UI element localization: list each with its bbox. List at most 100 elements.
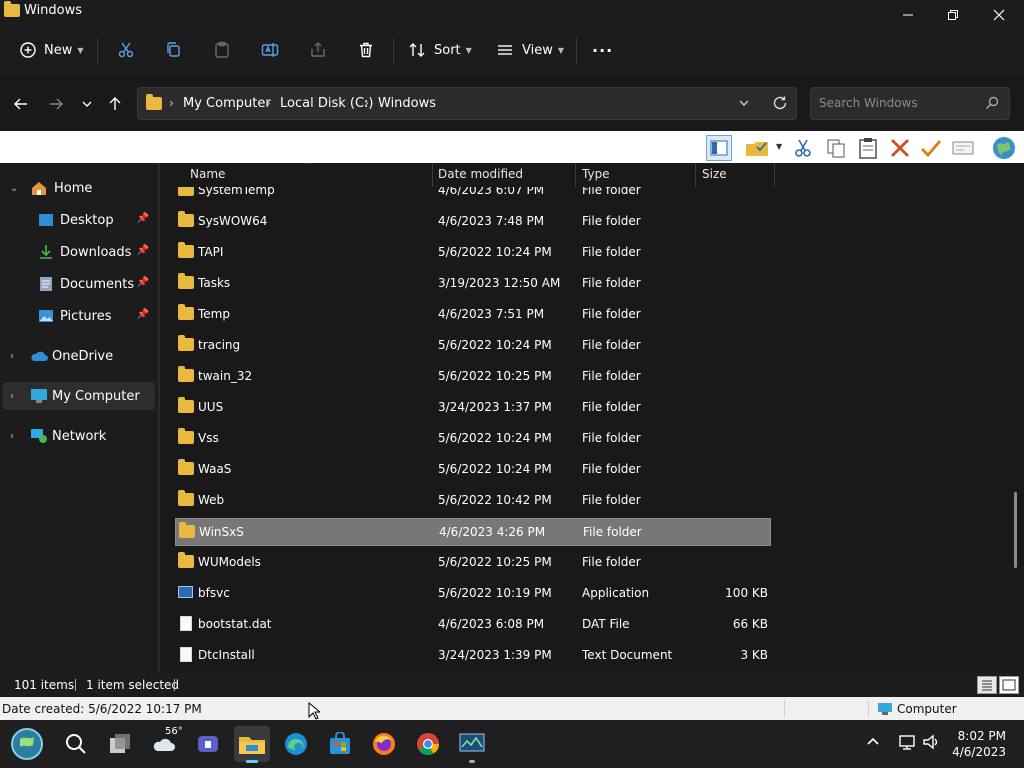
- forward-button[interactable]: [44, 92, 68, 116]
- column-divider[interactable]: [432, 163, 433, 187]
- pin-icon[interactable]: 📌: [137, 277, 149, 288]
- share-button[interactable]: [309, 30, 327, 70]
- sidebar-item-pictures[interactable]: Pictures 📌: [0, 302, 159, 330]
- vertical-scrollbar-thumb[interactable]: [1014, 492, 1017, 568]
- table-row[interactable]: UUS 3/24/2023 1:37 PM File folder: [175, 394, 771, 422]
- more-options-button[interactable]: ...: [592, 26, 613, 66]
- globe-button[interactable]: [990, 135, 1018, 161]
- weather-temperature: 56°: [165, 726, 183, 737]
- breadcrumb-my-computer[interactable]: My Computer: [183, 96, 271, 111]
- breadcrumb-windows[interactable]: Windows: [378, 96, 436, 111]
- column-divider[interactable]: [774, 163, 775, 187]
- copy-button-legacy[interactable]: [823, 135, 849, 161]
- large-icons-view-button[interactable]: [999, 676, 1019, 694]
- column-divider[interactable]: [575, 163, 576, 187]
- firefox-button[interactable]: [366, 726, 402, 762]
- cut-button-legacy[interactable]: [790, 135, 816, 161]
- table-row[interactable]: tracing 5/6/2022 10:24 PM File folder: [175, 332, 771, 360]
- table-row[interactable]: bootstat.dat 4/6/2023 6:08 PM DAT File 66 K…: [175, 611, 771, 639]
- back-button[interactable]: [9, 92, 33, 116]
- refresh-icon: [773, 96, 787, 110]
- file-explorer-taskbar-button[interactable]: [234, 726, 270, 763]
- file-date-modified: 5/6/2022 10:25 PM: [438, 555, 552, 569]
- table-row[interactable]: WUModels 5/6/2022 10:25 PM File folder: [175, 549, 771, 577]
- table-row[interactable]: Temp 4/6/2023 7:51 PM File folder: [175, 301, 771, 329]
- properties-button-legacy[interactable]: [950, 135, 976, 161]
- new-folder-button[interactable]: [742, 135, 772, 161]
- minimize-button[interactable]: [885, 0, 931, 30]
- view-button[interactable]: View ▼: [496, 30, 564, 70]
- table-row[interactable]: Tasks 3/19/2023 12:50 AM File folder: [175, 270, 771, 298]
- clock[interactable]: 8:02 PM 4/6/2023: [952, 728, 1006, 760]
- teams-button[interactable]: [190, 726, 226, 762]
- table-row[interactable]: TAPI 5/6/2022 10:24 PM File folder: [175, 239, 771, 267]
- search-input[interactable]: Search Windows: [810, 87, 1010, 120]
- accept-button-legacy[interactable]: [918, 135, 944, 161]
- table-row[interactable]: WaaS 5/6/2022 10:24 PM File folder: [175, 456, 771, 484]
- pin-icon[interactable]: 📌: [137, 309, 149, 320]
- file-type: File folder: [582, 400, 641, 414]
- sidebar-item-documents[interactable]: Documents 📌: [0, 270, 159, 298]
- delete-button[interactable]: [357, 30, 375, 70]
- column-divider[interactable]: [695, 163, 696, 187]
- chrome-button[interactable]: [410, 726, 446, 762]
- column-header-name[interactable]: Name: [190, 167, 225, 181]
- up-button[interactable]: [103, 92, 127, 116]
- table-row[interactable]: SysWOW64 4/6/2023 7:48 PM File folder: [175, 208, 771, 236]
- table-row[interactable]: twain_32 5/6/2022 10:25 PM File folder: [175, 363, 771, 391]
- table-row[interactable]: DtcInstall 3/24/2023 1:39 PM Text Document…: [175, 642, 771, 670]
- running-indicator: [469, 760, 475, 763]
- sidebar-item-my-computer[interactable]: › My Computer: [0, 382, 159, 410]
- column-header-type[interactable]: Type: [582, 167, 610, 181]
- pin-icon[interactable]: 📌: [137, 213, 149, 224]
- resource-monitor-button[interactable]: [454, 726, 490, 763]
- sidebar-item-home[interactable]: ⌄ Home: [0, 174, 159, 202]
- desktop-icon: [39, 214, 53, 226]
- file-type: File folder: [582, 493, 641, 507]
- recent-locations-button[interactable]: [75, 92, 99, 116]
- pin-icon[interactable]: 📌: [137, 245, 149, 256]
- breadcrumb-local-disk[interactable]: Local Disk (C:): [280, 96, 373, 111]
- column-header-size[interactable]: Size: [702, 167, 727, 181]
- chevron-down-icon[interactable]: ▼: [776, 142, 782, 151]
- sidebar-item-downloads[interactable]: Downloads 📌: [0, 238, 159, 266]
- sort-button[interactable]: Sort ▼: [408, 30, 472, 70]
- copy-button[interactable]: [165, 30, 183, 70]
- task-view-button[interactable]: [102, 726, 138, 762]
- edge-button[interactable]: [278, 726, 314, 762]
- large-icons-view-icon: [1002, 679, 1016, 691]
- address-history-button[interactable]: [738, 97, 750, 112]
- search-taskbar-button[interactable]: [58, 726, 94, 762]
- table-row[interactable]: bfsvc 5/6/2022 10:19 PM Application 100 KB: [175, 580, 771, 608]
- details-view-button[interactable]: [977, 676, 997, 694]
- table-row[interactable]: Vss 5/6/2022 10:24 PM File folder: [175, 425, 771, 453]
- file-name: UUS: [198, 400, 224, 414]
- home-icon: [32, 182, 46, 195]
- table-row[interactable]: Web 5/6/2022 10:42 PM File folder: [175, 487, 771, 515]
- show-hidden-icons-button[interactable]: [866, 734, 880, 751]
- paste-button-legacy[interactable]: [855, 135, 881, 161]
- sidebar-item-network[interactable]: › Network: [0, 422, 159, 450]
- volume-tray-icon[interactable]: [922, 733, 940, 754]
- new-button[interactable]: New ▼: [20, 30, 84, 70]
- network-tray-icon[interactable]: [898, 733, 916, 754]
- navigation-pane: ⌄ Home Desktop 📌 Downloads 📌 Documents 📌…: [0, 163, 159, 673]
- delete-button-legacy[interactable]: [887, 135, 913, 161]
- file-type: Application: [582, 586, 650, 600]
- paste-button[interactable]: [213, 30, 231, 70]
- cut-button[interactable]: [117, 30, 135, 70]
- close-button[interactable]: [976, 0, 1022, 30]
- refresh-button[interactable]: [772, 95, 788, 114]
- sidebar-item-desktop[interactable]: Desktop 📌: [0, 206, 159, 234]
- table-row[interactable]: WinSxS 4/6/2023 4:26 PM File folder: [175, 518, 771, 546]
- weather-widget[interactable]: 56°: [146, 726, 183, 762]
- file-type: File folder: [582, 369, 641, 383]
- restore-button[interactable]: [930, 0, 976, 30]
- address-bar[interactable]: › My Computer › Local Disk (C:) › Window…: [137, 87, 797, 120]
- sidebar-item-onedrive[interactable]: › OneDrive: [0, 342, 159, 370]
- preview-pane-button[interactable]: [706, 135, 732, 161]
- rename-button[interactable]: [261, 30, 279, 70]
- column-header-date[interactable]: Date modified: [438, 167, 523, 181]
- start-button[interactable]: [8, 726, 46, 762]
- store-button[interactable]: [322, 726, 358, 762]
